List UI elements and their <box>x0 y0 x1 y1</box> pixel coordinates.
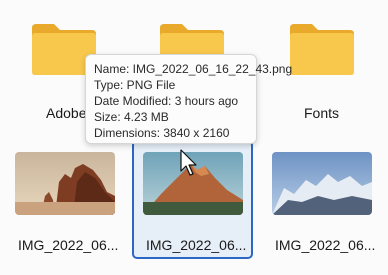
file-label-2: IMG_2022_06... <box>146 237 247 253</box>
folder-label-fonts: Fonts <box>304 105 340 121</box>
file-explorer-content: Adobe Fonts IMG_2022_06... IMG_2022_06..… <box>0 0 388 275</box>
file-thumbnail-snow[interactable] <box>272 152 372 215</box>
tooltip-size: Size: 4.23 MB <box>94 110 169 124</box>
folder-label-adobe: Adobe <box>46 105 87 121</box>
file-label-1: IMG_2022_06... <box>18 237 119 253</box>
file-info-tooltip: Name: IMG_2022_06_16_22_43.png Type: PNG… <box>85 54 293 144</box>
snowy-mountains-thumbnail <box>272 152 372 215</box>
file-thumbnail-desert[interactable] <box>15 152 115 215</box>
folder-item-fonts[interactable] <box>288 22 356 76</box>
tooltip-date-modified: Date Modified: 3 hours ago <box>94 94 239 108</box>
tooltip-type: Type: PNG File <box>94 78 176 92</box>
tooltip-dimensions: Dimensions: 3840 x 2160 <box>94 126 230 140</box>
folder-icon <box>290 24 354 75</box>
desert-rock-thumbnail <box>15 152 115 215</box>
tooltip-name: Name: IMG_2022_06_16_22_43.png <box>94 62 293 76</box>
mouse-cursor-icon <box>180 149 200 182</box>
file-label-3: IMG_2022_06... <box>275 237 376 253</box>
